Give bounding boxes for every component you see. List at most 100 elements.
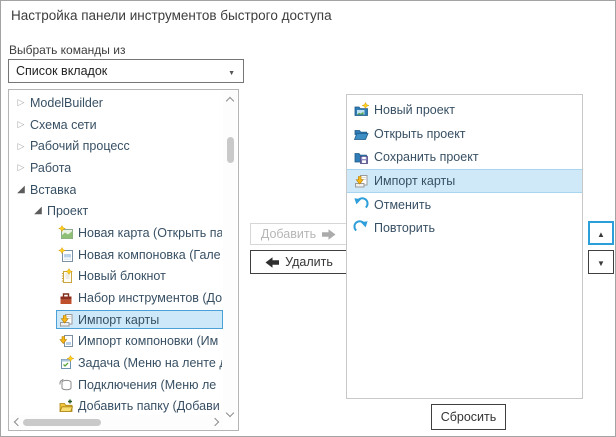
reset-button[interactable]: Сбросить <box>431 404 506 430</box>
tree-item-label: Вставка <box>30 183 76 197</box>
tree-item[interactable]: Задача (Меню на ленте д <box>10 352 223 374</box>
tree-indent <box>10 211 31 212</box>
tree-item[interactable]: Набор инструментов (До <box>10 287 223 309</box>
arrow-left-icon <box>265 257 279 268</box>
scroll-right-arrow-icon[interactable] <box>209 416 223 428</box>
commands-tree-rows: ▷ModelBuilder▷Схема сети▷Рабочий процесс… <box>10 92 223 415</box>
tree-indent <box>10 384 56 385</box>
tree-horizontal-scrollbar[interactable] <box>10 415 223 429</box>
toolbar-list-item[interactable]: Сохранить проект <box>347 145 582 169</box>
tree-indent <box>10 276 56 277</box>
open-project-icon <box>353 126 369 142</box>
tree-item[interactable]: ▷Схема сети <box>10 114 223 136</box>
move-down-button[interactable]: ▼ <box>588 250 614 274</box>
tree-indent <box>10 406 56 407</box>
scroll-up-arrow-icon[interactable] <box>223 91 237 103</box>
triangle-down-icon: ▼ <box>597 253 605 271</box>
tree-item-content: Новый блокнот <box>56 267 223 286</box>
tree-item-content: Работа <box>28 158 223 177</box>
toolbar-list-item[interactable]: Отменить <box>347 193 582 217</box>
tree-item-label: Новый блокнот <box>78 269 166 283</box>
tree-item-content: Новая компоновка (Гале <box>56 245 223 264</box>
toolbox-icon <box>58 290 74 306</box>
tree-vertical-scrollbar[interactable] <box>223 91 237 415</box>
add-command-button[interactable]: Добавить <box>250 223 347 245</box>
task-icon <box>58 355 74 371</box>
tree-item[interactable]: ◢Вставка <box>10 179 223 201</box>
tree-expanded-icon[interactable]: ◢ <box>14 185 28 195</box>
tree-item-label: ModelBuilder <box>30 96 103 110</box>
triangle-up-icon: ▲ <box>597 224 605 242</box>
arrow-right-icon <box>322 229 336 240</box>
new-notebook-icon <box>58 268 74 284</box>
toolbar-item-label: Сохранить проект <box>374 150 479 164</box>
remove-command-button[interactable]: Удалить <box>250 250 348 274</box>
horizontal-scrollbar-thumb[interactable] <box>23 419 101 426</box>
toolbar-list-item[interactable]: Повторить <box>347 216 582 240</box>
tree-item-label: Новая карта (Открыть па <box>78 226 222 240</box>
tree-item-label: Подключения (Меню ле <box>78 378 216 392</box>
add-folder-icon <box>58 398 74 414</box>
move-up-button[interactable]: ▲ <box>588 221 614 245</box>
tree-indent <box>10 363 56 364</box>
tree-indent <box>10 298 56 299</box>
tree-item-content: Новая карта (Открыть па <box>56 223 223 242</box>
tree-item[interactable]: Новая карта (Открыть па <box>10 222 223 244</box>
command-source-dropdown[interactable]: Список вкладок ▼ <box>8 59 244 83</box>
new-project-icon <box>353 102 369 118</box>
tree-item[interactable]: Импорт компоновки (Им <box>10 331 223 353</box>
tree-item[interactable]: ◢Проект <box>10 200 223 222</box>
tree-item-label: Импорт карты <box>78 313 159 327</box>
toolbar-item-label: Импорт карты <box>374 174 455 188</box>
tree-item-content: Набор инструментов (До <box>56 289 223 308</box>
choose-commands-label: Выбрать команды из <box>9 43 125 57</box>
undo-icon <box>353 197 369 213</box>
toolbar-list-item[interactable]: Импорт карты <box>347 169 582 193</box>
tree-item-content: Схема сети <box>28 115 223 134</box>
tree-item[interactable]: ▷ModelBuilder <box>10 92 223 114</box>
toolbar-item-label: Открыть проект <box>374 127 466 141</box>
toolbar-list-item[interactable]: Новый проект <box>347 98 582 122</box>
tree-item[interactable]: Подключения (Меню ле <box>10 374 223 396</box>
tree-item-label: Новая компоновка (Гале <box>78 248 221 262</box>
tree-item-content: Подключения (Меню ле <box>56 375 223 394</box>
tree-indent <box>10 232 56 233</box>
tree-item[interactable]: Импорт карты <box>10 309 223 331</box>
tree-item-content: Рабочий процесс <box>28 137 223 156</box>
tree-item-label: Импорт компоновки (Им <box>78 334 218 348</box>
scroll-down-arrow-icon[interactable] <box>223 403 237 415</box>
tree-item-content: Вставка <box>28 180 223 199</box>
tree-indent <box>10 341 56 342</box>
command-source-value: Список вкладок <box>16 64 107 78</box>
remove-button-label: Удалить <box>285 255 333 269</box>
tree-item-label: Работа <box>30 161 71 175</box>
tree-collapsed-icon[interactable]: ▷ <box>14 120 28 129</box>
tree-item[interactable]: Новый блокнот <box>10 266 223 288</box>
toolbar-item-label: Новый проект <box>374 103 455 117</box>
tree-indent <box>10 254 56 255</box>
vertical-scrollbar-thumb[interactable] <box>227 137 234 163</box>
import-map-icon <box>58 312 74 328</box>
tree-collapsed-icon[interactable]: ▷ <box>14 142 28 151</box>
tree-item-content: Импорт компоновки (Им <box>56 332 223 351</box>
chevron-down-icon: ▼ <box>228 62 235 80</box>
tree-item-content: Добавить папку (Добави <box>56 397 223 415</box>
tree-item[interactable]: Новая компоновка (Гале <box>10 244 223 266</box>
new-map-icon <box>58 225 74 241</box>
save-project-icon <box>353 149 369 165</box>
toolbar-list-item[interactable]: Открыть проект <box>347 122 582 146</box>
tree-item-label: Рабочий процесс <box>30 139 130 153</box>
tree-item-label: Проект <box>47 204 88 218</box>
scroll-left-arrow-icon[interactable] <box>10 416 24 428</box>
tree-item[interactable]: ▷Работа <box>10 157 223 179</box>
tree-item[interactable]: ▷Рабочий процесс <box>10 135 223 157</box>
tree-collapsed-icon[interactable]: ▷ <box>14 163 28 172</box>
tree-expanded-icon[interactable]: ◢ <box>31 206 45 216</box>
tree-item-content: Импорт карты <box>56 310 223 329</box>
tree-collapsed-icon[interactable]: ▷ <box>14 98 28 107</box>
tree-item-content: Задача (Меню на ленте д <box>56 354 223 373</box>
tree-item[interactable]: Добавить папку (Добави <box>10 396 223 415</box>
import-layout-icon <box>58 333 74 349</box>
tree-indent <box>10 319 56 320</box>
quick-access-toolbar-settings-dialog: Настройка панели инструментов быстрого д… <box>0 0 616 437</box>
